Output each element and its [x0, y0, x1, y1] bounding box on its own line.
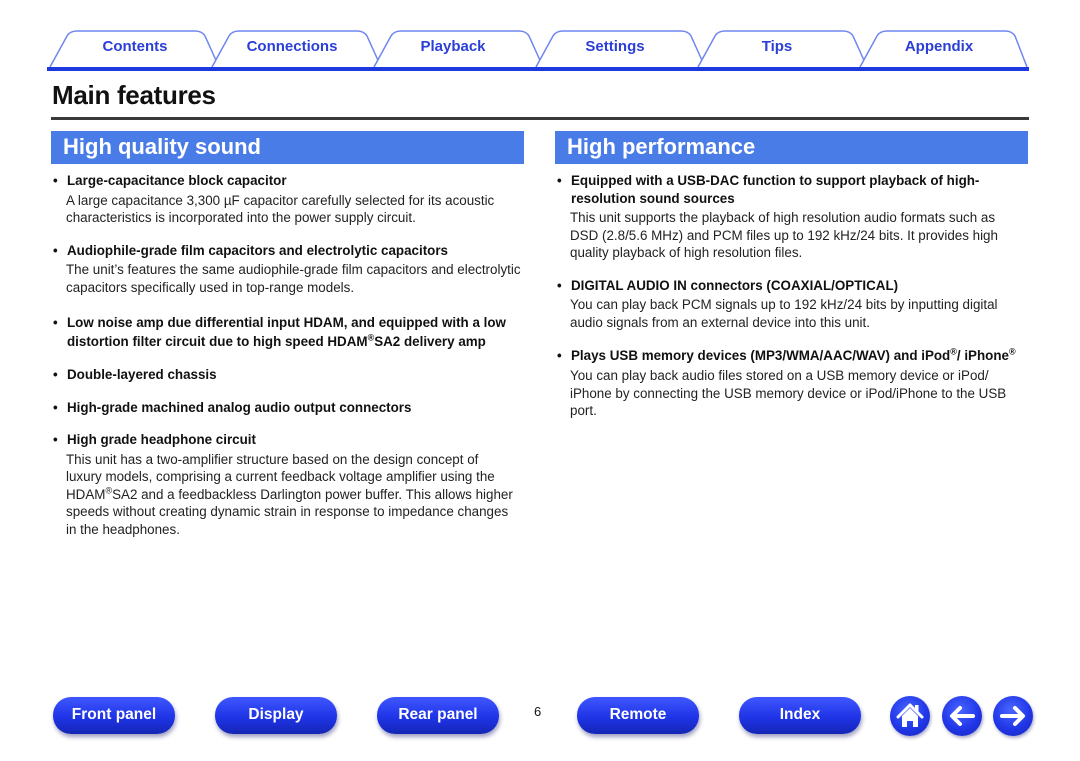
section-heading-high-quality-sound: High quality sound: [51, 131, 524, 164]
feature-description: You can play back audio files stored on …: [570, 368, 1007, 418]
page-number: 6: [534, 704, 542, 719]
feature-title: DIGITAL AUDIO IN connectors (COAXIAL/OPT…: [571, 277, 899, 293]
bullet: •: [557, 348, 562, 363]
feature-title: High-grade machined analog audio output …: [67, 399, 412, 415]
page-title: Main features: [52, 80, 216, 110]
bullet: •: [53, 432, 58, 447]
feature-item: • Audiophile-grade film capacitors and el…: [51, 242, 521, 297]
feature-item: • Large-capacitance block capacitor A lar…: [51, 172, 521, 227]
feature-description: The unit’s features the same audiophile-…: [66, 262, 521, 295]
home-button[interactable]: [890, 696, 930, 736]
back-button[interactable]: [942, 696, 982, 736]
feature-title-a: Plays USB memory devices (MP3/WMA/AAC/WA…: [571, 348, 951, 363]
feature-item: • High grade headphone circuit This unit …: [51, 431, 521, 538]
registered-mark: ®: [950, 346, 957, 357]
bullet: •: [53, 367, 58, 382]
feature-item: • Double-layered chassis: [51, 366, 521, 384]
feature-item: • Plays USB memory devices (MP3/WMA/AAC/W…: [555, 346, 1025, 420]
left-column: • Large-capacitance block capacitor A lar…: [51, 172, 521, 553]
bullet: •: [53, 242, 58, 258]
feature-item: • High-grade machined analog audio output…: [51, 399, 521, 417]
bullet: •: [53, 315, 58, 330]
front-panel-button[interactable]: Front panel: [53, 697, 175, 734]
bullet: •: [557, 277, 562, 293]
feature-title: Double-layered chassis: [67, 367, 217, 382]
registered-mark: ®: [1008, 346, 1016, 357]
bullet: •: [53, 399, 58, 415]
remote-button[interactable]: Remote: [577, 697, 699, 734]
right-column: • Equipped with a USB-DAC function to sup…: [555, 172, 1025, 435]
tab-appendix[interactable]: Appendix: [864, 36, 1014, 60]
tab-contents[interactable]: Contents: [60, 36, 210, 60]
feature-title-b: SA2 delivery amp: [374, 334, 486, 349]
tab-settings[interactable]: Settings: [540, 36, 690, 60]
feature-title: Audiophile-grade film capacitors and ele…: [67, 242, 448, 258]
display-button[interactable]: Display: [215, 697, 337, 734]
index-button[interactable]: Index: [739, 697, 861, 734]
tab-playback[interactable]: Playback: [378, 36, 528, 60]
feature-title: Equipped with a USB-DAC function to supp…: [571, 173, 980, 206]
tab-underline: [47, 67, 1029, 71]
forward-arrow-icon: [1000, 706, 1025, 726]
description-part-b: SA2 and a feedbackless Darlington power …: [66, 486, 513, 537]
section-heading-high-performance: High performance: [555, 131, 1028, 164]
feature-description: A large capacitance 3,300 µF capacitor c…: [66, 192, 495, 226]
tab-connections[interactable]: Connections: [217, 36, 367, 60]
feature-title-b: / iPhone: [956, 348, 1009, 363]
feature-title: Large-capacitance block capacitor: [67, 173, 287, 188]
back-arrow-icon: [950, 706, 975, 726]
forward-button[interactable]: [993, 696, 1033, 736]
rear-panel-button[interactable]: Rear panel: [377, 697, 499, 734]
feature-item: • Low noise amp due differential input HD…: [51, 313, 521, 351]
bullet: •: [53, 173, 58, 188]
tab-bar: Contents Connections Playback Settings T…: [47, 30, 1029, 70]
title-divider: [51, 117, 1029, 120]
feature-item: • Equipped with a USB-DAC function to sup…: [555, 172, 1025, 262]
home-icon: [896, 703, 924, 727]
feature-title: High grade headphone circuit: [67, 432, 256, 447]
feature-description: This unit supports the playback of high …: [570, 210, 998, 260]
bullet: •: [557, 173, 562, 188]
feature-description: This unit has a two-amplifier structure …: [51, 451, 521, 539]
feature-description: You can play back PCM signals up to 192 …: [570, 297, 998, 330]
feature-item: • DIGITAL AUDIO IN connectors (COAXIAL/OP…: [555, 277, 1025, 332]
tab-tips[interactable]: Tips: [702, 36, 852, 60]
